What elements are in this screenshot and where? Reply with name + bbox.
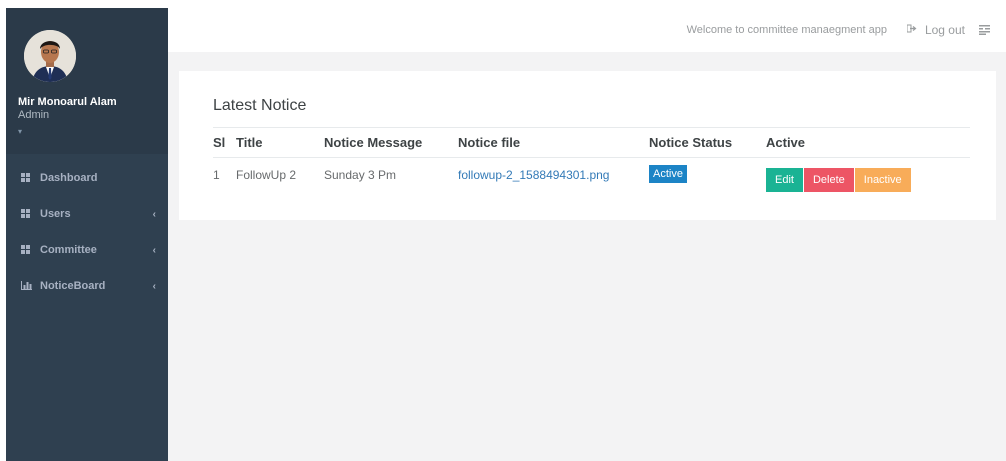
table-header-row: Sl Title Notice Message Notice file Noti… [213,128,970,158]
sidebar-item-committee[interactable]: Committee ‹ [6,232,168,268]
cell-file: followup-2_1588494301.png [458,157,649,192]
cell-status: Active [649,157,766,192]
grid-icon [21,209,33,219]
chevron-left-icon: ‹ [152,280,156,292]
bar-chart-icon [21,281,33,291]
grid-icon [21,245,33,255]
column-header-message: Notice Message [324,128,458,158]
column-header-file: Notice file [458,128,649,158]
edit-button[interactable]: Edit [766,167,803,192]
cell-title: FollowUp 2 [236,167,297,182]
avatar[interactable] [24,30,76,82]
cell-actions: Edit Delete Inactive [766,157,970,192]
column-header-sl: Sl [213,128,236,158]
chevron-left-icon: ‹ [152,244,156,256]
sidebar-item-label: Dashboard [40,172,98,184]
profile-panel: Mir Monoarul Alam Admin ▾ [6,8,168,154]
profile-name[interactable]: Mir Monoarul Alam [18,96,168,108]
chevron-left-icon: ‹ [152,208,156,220]
status-badge: Active [649,165,687,183]
cell-sl: 1 [213,167,220,182]
tasks-menu-icon[interactable] [979,25,990,35]
column-header-active: Active [766,128,970,158]
grid-icon [21,173,33,183]
panel-title: Latest Notice [213,97,307,114]
column-header-status: Notice Status [649,128,766,158]
sidebar-item-label: NoticeBoard [40,280,106,292]
sign-out-icon [906,24,917,36]
sidebar: Mir Monoarul Alam Admin ▾ Dashboard User… [6,8,168,461]
inactive-button[interactable]: Inactive [854,167,911,192]
profile-caret-icon[interactable]: ▾ [18,127,168,136]
notice-table: Sl Title Notice Message Notice file Noti… [213,128,970,192]
top-navbar: Welcome to committee manaegment app Log … [168,8,1006,52]
sidebar-item-label: Users [40,208,71,220]
notice-file-link[interactable]: followup-2_1588494301.png [458,168,609,182]
profile-role: Admin [18,109,50,121]
cell-message: Sunday 3 Pm [324,167,397,182]
logout-label: Log out [924,23,965,37]
column-header-title: Title [236,128,324,158]
latest-notice-panel: Latest Notice Sl Title Notice Message No… [179,71,996,220]
welcome-message: Welcome to committee manaegment app [686,24,887,36]
sidebar-item-dashboard[interactable]: Dashboard [6,160,168,196]
sidebar-item-label: Committee [40,244,97,256]
sidebar-item-noticeboard[interactable]: NoticeBoard ‹ [6,268,168,304]
delete-button[interactable]: Delete [803,167,854,192]
table-row: 1 FollowUp 2 Sunday 3 Pm followup-2_1588… [213,157,970,192]
logout-link[interactable]: Log out [906,23,965,37]
sidebar-item-users[interactable]: Users ‹ [6,196,168,232]
